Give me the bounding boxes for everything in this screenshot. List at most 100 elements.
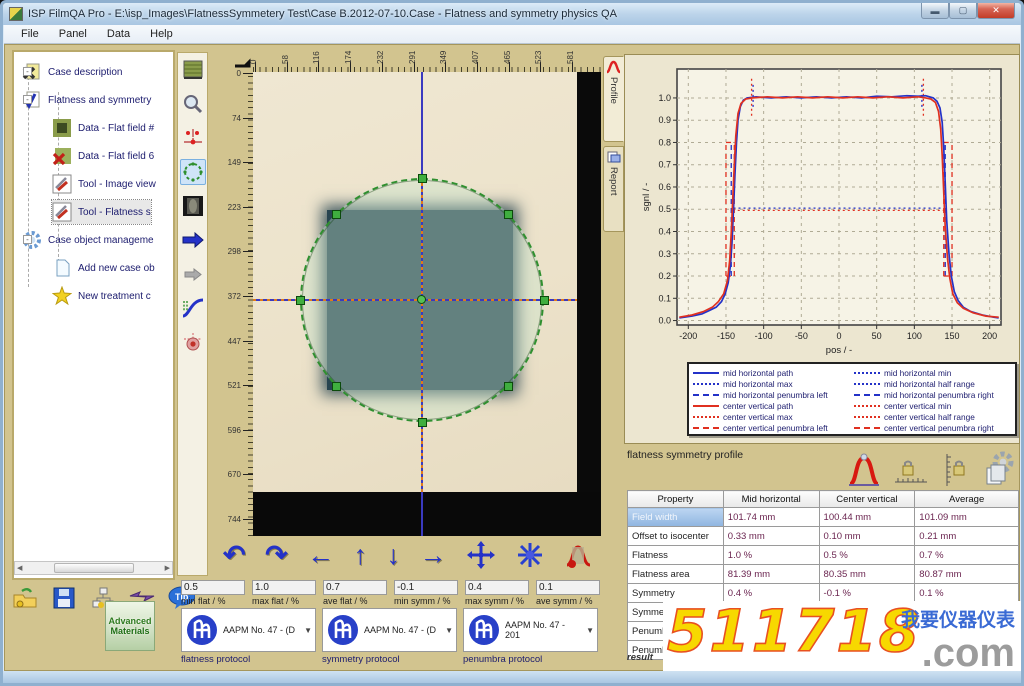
film-thumb-tool-button[interactable] — [180, 193, 206, 219]
profile-marker-button[interactable] — [563, 541, 593, 569]
menu-panel[interactable]: Panel — [50, 26, 96, 42]
tool-icon — [52, 174, 72, 194]
table-row[interactable]: Flatness1.0 %0.5 %0.7 % — [628, 546, 1019, 565]
table-header-center-vertical[interactable]: Center vertical — [819, 491, 915, 508]
penumbra-protocol-select[interactable]: AAPM No. 47 - 201▼ — [463, 608, 598, 652]
magnifier-tool-button[interactable] — [180, 91, 206, 117]
value-cell: 1.0 % — [723, 546, 819, 565]
field-min-flat[interactable] — [181, 580, 245, 595]
tree-item-tool-image-view[interactable]: Tool - Image view — [52, 172, 156, 196]
field-max-symm[interactable] — [465, 580, 529, 595]
svg-text:0.7: 0.7 — [658, 160, 671, 170]
tree-expander[interactable]: - — [23, 235, 32, 244]
scroll-left-arrow-icon[interactable]: ◀ — [17, 564, 22, 572]
table-header-mid-horizontal[interactable]: Mid horizontal — [723, 491, 819, 508]
title-bar[interactable]: ISP FilmQA Pro - E:\isp_Images\FlatnessS… — [3, 3, 1021, 25]
chevron-down-icon[interactable]: ▼ — [304, 626, 312, 635]
move-all-button[interactable] — [466, 540, 496, 570]
advanced-materials-logo: Advanced Materials — [105, 601, 155, 651]
roi-center-handle[interactable] — [417, 295, 426, 304]
move-right-button[interactable]: → — [420, 540, 447, 570]
roi-handle[interactable] — [504, 210, 513, 219]
move-down-button[interactable]: ↓ — [387, 540, 401, 570]
legend-label: mid horizontal penumbra left — [723, 390, 828, 400]
profile-curve-button[interactable] — [847, 452, 881, 488]
roi-handle[interactable] — [296, 296, 305, 305]
tree-item-label: Data - Flat field # — [78, 123, 154, 134]
menu-help[interactable]: Help — [141, 26, 182, 42]
roi-handle[interactable] — [418, 418, 427, 427]
film-image-view[interactable] — [253, 72, 601, 536]
close-button[interactable]: ✕ — [977, 3, 1015, 19]
property-cell[interactable]: Flatness area — [628, 565, 724, 584]
roi-handle[interactable] — [332, 382, 341, 391]
ruler-left-label: 744 — [228, 515, 241, 524]
rotate-ccw-button[interactable]: ↶ — [223, 540, 246, 570]
property-cell[interactable]: Flatness — [628, 546, 724, 565]
app-window: ISP FilmQA Pro - E:\isp_Images\FlatnessS… — [0, 0, 1024, 686]
property-cell[interactable]: Symmetry — [628, 584, 724, 603]
tab-profile[interactable]: Profile — [603, 56, 624, 142]
table-row[interactable]: Flatness area81.39 mm80.35 mm80.87 mm — [628, 565, 1019, 584]
tree-item-data-flat-field[interactable]: Data - Flat field # — [52, 116, 154, 140]
table-row[interactable]: Offset to isocenter0.33 mm0.10 mm0.21 mm — [628, 527, 1019, 546]
move-up-button[interactable]: ↑ — [354, 540, 368, 570]
scrollbar-thumb[interactable] — [54, 563, 134, 573]
table-header-average[interactable]: Average — [915, 491, 1019, 508]
ruler-lock-vertical-button[interactable] — [941, 452, 967, 488]
tree-item-case-description[interactable]: Case description — [22, 60, 122, 84]
menu-file[interactable]: File — [12, 26, 48, 42]
field-ave-flat[interactable] — [323, 580, 387, 595]
save-button[interactable] — [50, 585, 78, 611]
maximize-button[interactable]: ▢ — [949, 3, 977, 19]
roi-handle[interactable] — [540, 296, 549, 305]
field-max-flat[interactable] — [252, 580, 316, 595]
tree-expander[interactable]: - — [23, 67, 32, 76]
image-tools-toolbar — [177, 52, 208, 576]
field-min-symm[interactable] — [394, 580, 458, 595]
point-markers-tool-button[interactable] — [180, 125, 206, 151]
tree-item-flatness-and-symmetry[interactable]: Flatness and symmetry — [22, 88, 151, 112]
scan-image-tool-button[interactable] — [180, 57, 206, 83]
calib-curve-tool-button[interactable] — [180, 295, 206, 321]
legend-item: mid horizontal penumbra right — [854, 389, 1011, 400]
table-row[interactable]: Symmetry0.4 %-0.1 %0.1 % — [628, 584, 1019, 603]
property-cell[interactable]: Field width — [628, 508, 724, 527]
roi-handle[interactable] — [418, 174, 427, 183]
tree-item-data-flat-field-6[interactable]: Data - Flat field 6 — [52, 144, 154, 168]
tab-report[interactable]: Report — [603, 146, 624, 232]
tree-item-label: Data - Flat field 6 — [78, 151, 154, 162]
flatness-protocol-select[interactable]: AAPM No. 47 - (D▼ — [181, 608, 316, 652]
table-header-property[interactable]: Property — [628, 491, 724, 508]
menu-data[interactable]: Data — [98, 26, 139, 42]
tree-item-add-new-case-ob[interactable]: Add new case ob — [52, 256, 155, 280]
tree-item-tool-flatness-s[interactable]: Tool - Flatness s — [52, 200, 151, 224]
tree-item-new-treatment-c[interactable]: New treatment c — [52, 284, 151, 308]
rotate-cw-button[interactable]: ↷ — [265, 540, 288, 570]
circle-roi-tool-button[interactable] — [180, 159, 206, 185]
tree-expander[interactable]: - — [23, 95, 32, 104]
move-left-button[interactable]: ← — [307, 540, 334, 570]
roi-handle[interactable] — [332, 210, 341, 219]
roi-handle[interactable] — [504, 382, 513, 391]
chevron-down-icon[interactable]: ▼ — [586, 626, 594, 635]
symmetry-protocol-select[interactable]: AAPM No. 47 - (D▼ — [322, 608, 457, 652]
minimize-button[interactable]: ▬ — [921, 3, 949, 19]
chevron-down-icon[interactable]: ▼ — [445, 626, 453, 635]
arrow-blue-tool-button[interactable] — [180, 227, 206, 253]
tolerance-fields: min flat / %max flat / %ave flat / %min … — [181, 577, 601, 606]
snowflake-button[interactable] — [516, 541, 544, 569]
red-pin-tool-button[interactable] — [180, 329, 206, 355]
scroll-right-arrow-icon[interactable]: ▶ — [165, 564, 170, 572]
property-cell[interactable]: Offset to isocenter — [628, 527, 724, 546]
table-row[interactable]: Field width101.74 mm100.44 mm101.09 mm — [628, 508, 1019, 527]
gear-pages-button[interactable] — [979, 450, 1019, 488]
legend-item: mid horizontal max — [693, 378, 850, 389]
ruler-left-label: 447 — [228, 337, 241, 346]
open-folder-button[interactable] — [11, 585, 39, 611]
arrow-gray-tool-button[interactable] — [180, 261, 206, 287]
tree-item-case-object-manageme[interactable]: Case object manageme — [22, 228, 154, 252]
ruler-lock-horizontal-button[interactable] — [893, 458, 929, 488]
field-ave-symm[interactable] — [536, 580, 600, 595]
tree-scrollbar[interactable]: ◀ ▶ — [14, 561, 173, 575]
